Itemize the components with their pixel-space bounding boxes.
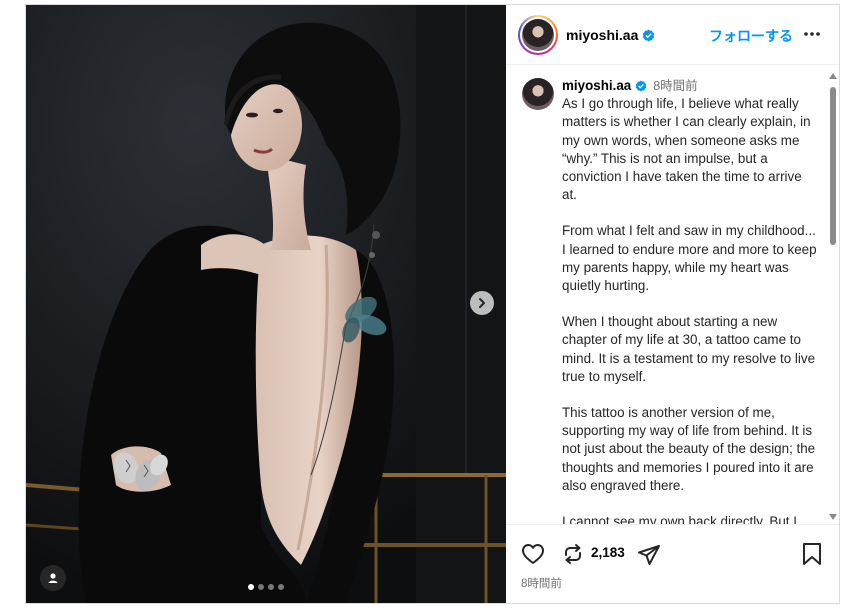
instagram-post: miyoshi.aa フォローする miyoshi.aa 8時間前 As I go …: [25, 4, 840, 604]
post-actions: 2,183 8時間前: [506, 524, 839, 603]
post-media[interactable]: [26, 5, 506, 603]
comments-section[interactable]: miyoshi.aa 8時間前 As I go through life, I be…: [506, 65, 839, 524]
caption-avatar[interactable]: [522, 78, 554, 110]
follow-button[interactable]: フォローする: [709, 26, 793, 46]
carousel-dot-4: [278, 584, 284, 590]
caption-paragraph-5: I cannot see my own back directly. But I: [562, 514, 797, 524]
caption-first-paragraph: miyoshi.aa 8時間前 As I go through life, I be…: [562, 77, 820, 204]
post-timestamp[interactable]: 8時間前: [521, 575, 562, 591]
tagged-users-button[interactable]: [40, 565, 66, 591]
repost-count[interactable]: 2,183: [591, 545, 625, 560]
verified-badge-icon: [643, 29, 655, 42]
scrollbar-thumb[interactable]: [830, 87, 836, 245]
user-tag-icon: [48, 573, 58, 583]
carousel-next-button[interactable]: [470, 291, 494, 315]
caption-paragraph-1: As I go through life, I believe what rea…: [562, 96, 811, 203]
repost-icon[interactable]: [561, 542, 585, 566]
carousel-dot-1: [248, 584, 254, 590]
caption: miyoshi.aa 8時間前 As I go through life, I be…: [562, 77, 820, 524]
comments-scrollbar[interactable]: [827, 69, 839, 524]
more-horizontal-icon[interactable]: [803, 31, 821, 37]
carousel-indicator: [248, 584, 284, 590]
header-username-text[interactable]: miyoshi.aa: [566, 27, 638, 43]
bookmark-icon[interactable]: [801, 542, 823, 566]
caption-paragraph-4: This tattoo is another version of me, su…: [562, 405, 816, 493]
caption-paragraph-2: From what I felt and saw in my childhood…: [562, 223, 817, 294]
carousel-dot-2: [258, 584, 264, 590]
carousel-dot-3: [268, 584, 274, 590]
share-icon[interactable]: [637, 543, 661, 567]
header-username[interactable]: miyoshi.aa: [566, 27, 655, 43]
heart-icon[interactable]: [521, 542, 545, 566]
chevron-right-icon: [479, 298, 485, 308]
caption-time[interactable]: 8時間前: [653, 79, 697, 93]
scroll-up-arrow-icon[interactable]: [829, 73, 837, 79]
caption-username[interactable]: miyoshi.aa: [562, 78, 631, 93]
verified-badge-icon: [635, 80, 647, 92]
post-side-panel: miyoshi.aa フォローする miyoshi.aa 8時間前 As I go …: [506, 5, 839, 603]
post-photo: [26, 5, 506, 603]
scroll-down-arrow-icon[interactable]: [829, 514, 837, 520]
story-ring[interactable]: [518, 15, 558, 55]
avatar[interactable]: [522, 19, 554, 51]
post-header: miyoshi.aa フォローする: [506, 5, 839, 65]
caption-paragraph-3: When I thought about starting a new chap…: [562, 314, 816, 384]
